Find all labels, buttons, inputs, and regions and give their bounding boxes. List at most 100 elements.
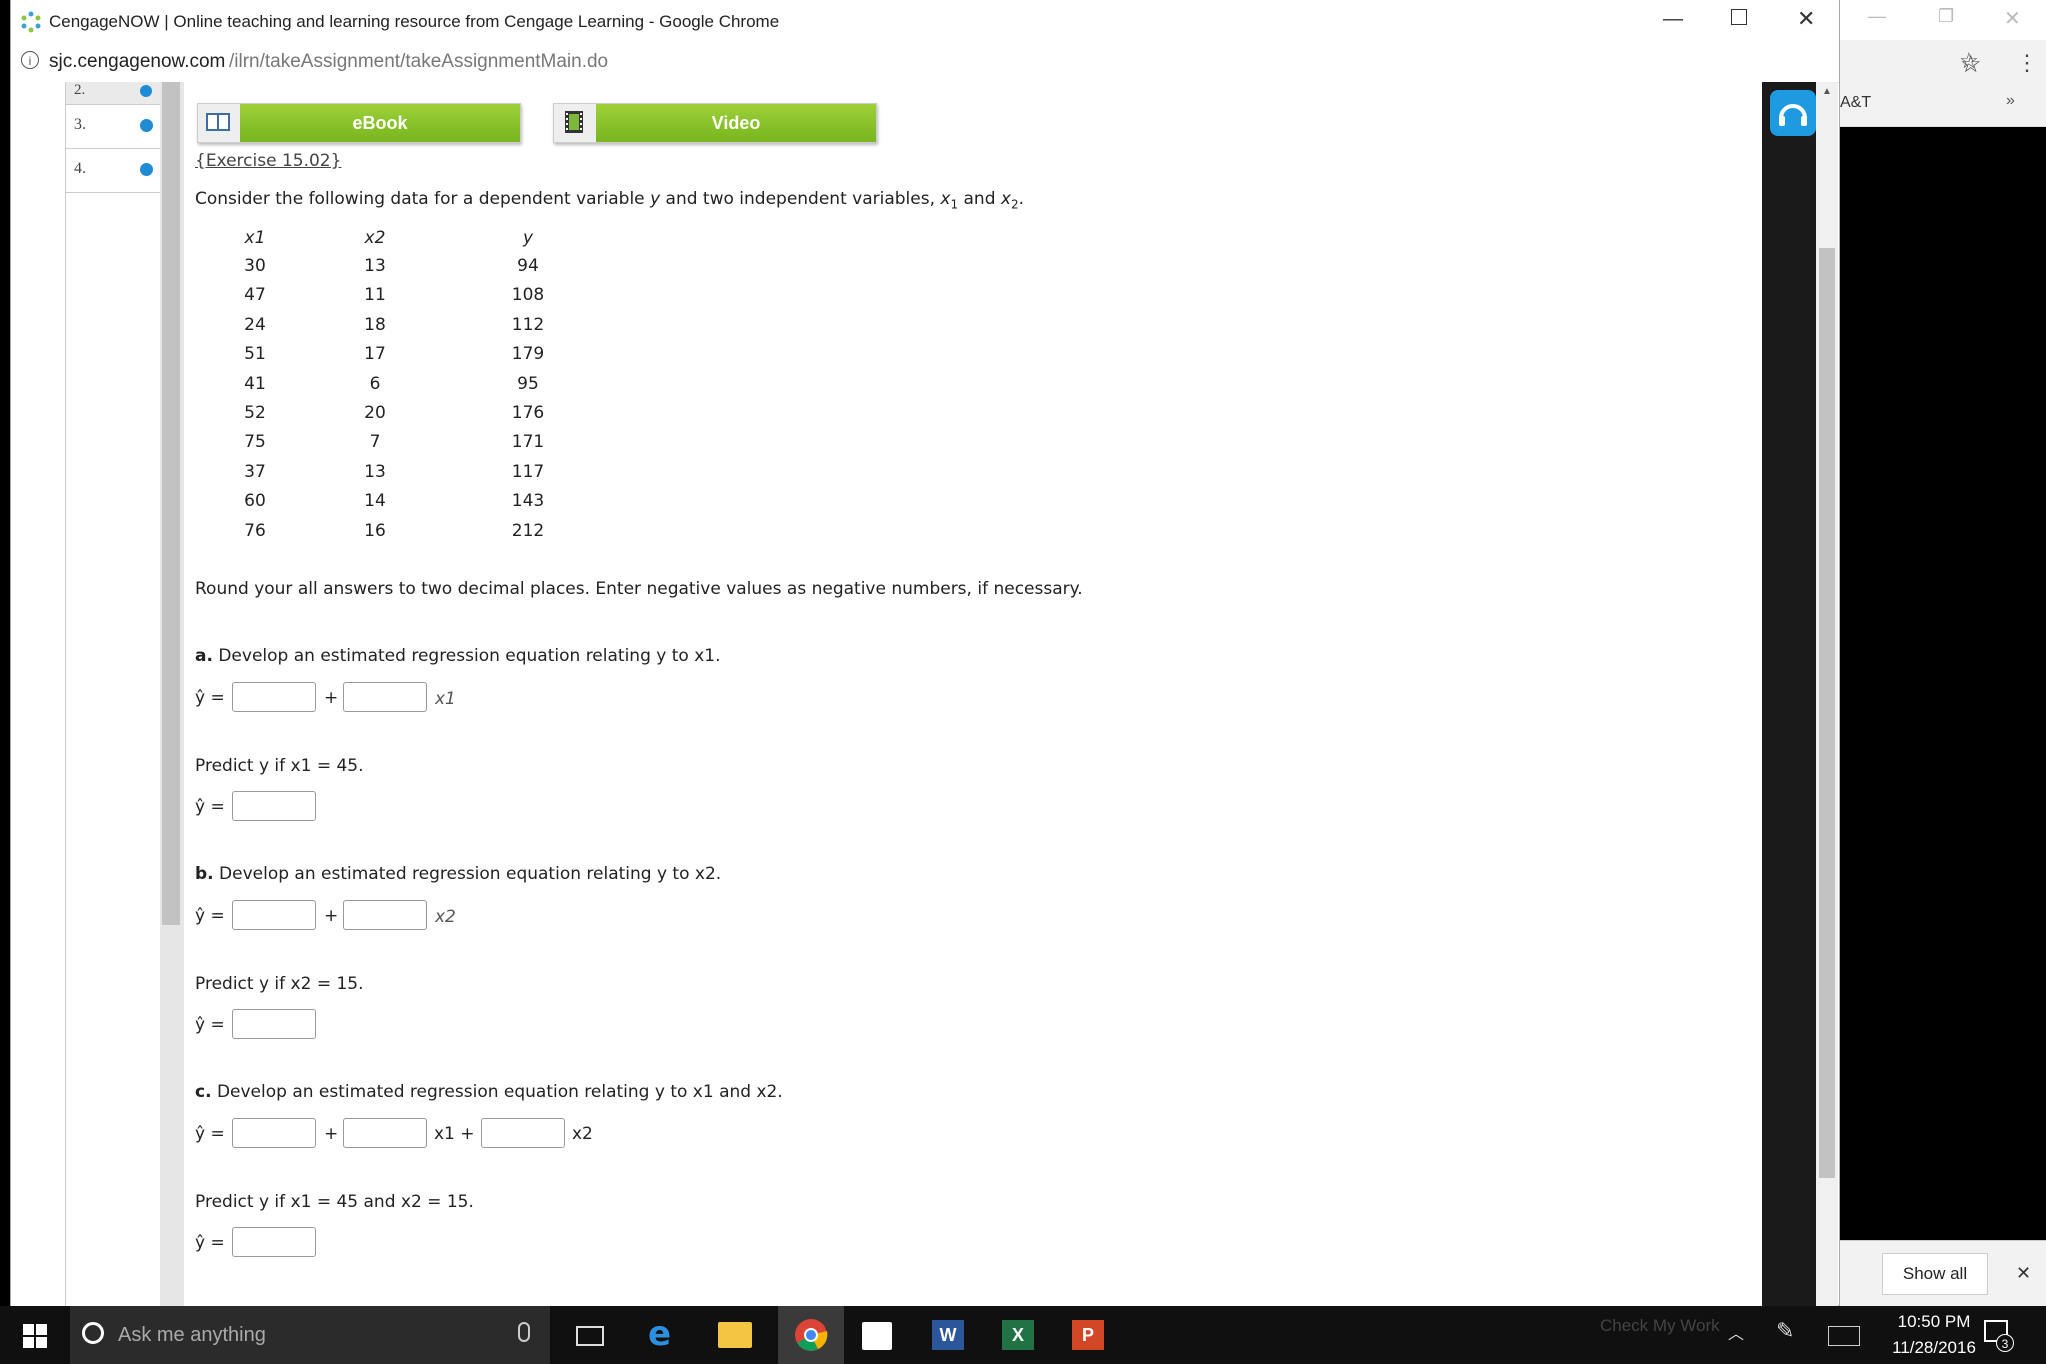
table-cell: 108 (511, 285, 545, 305)
nav-scrollbar-thumb[interactable] (162, 82, 180, 925)
yhat-label: ŷ = (195, 797, 225, 817)
info-icon[interactable]: i (21, 51, 39, 69)
nav-item[interactable]: 2. (66, 82, 161, 105)
part-b-prompt: b. Develop an estimated regression equat… (195, 864, 722, 884)
yhat-label: ŷ = (195, 906, 225, 926)
main-scrollbar-thumb[interactable] (1819, 248, 1835, 1178)
background-toolbar: A&T » (1836, 40, 2046, 127)
table-cell: 60 (244, 491, 266, 511)
yhat-label: ŷ = (195, 1015, 225, 1035)
part-a-intercept-input[interactable] (232, 682, 316, 712)
video-button[interactable]: Video (553, 103, 877, 143)
nav-item[interactable]: 4. (66, 148, 161, 193)
task-view-icon[interactable] (576, 1326, 604, 1346)
excel-icon[interactable]: X (1002, 1320, 1034, 1350)
part-b-prediction-input[interactable] (232, 1009, 316, 1039)
url-path: /ilrn/takeAssignment/takeAssignmentMain.… (229, 51, 609, 72)
part-c-intercept-input[interactable] (232, 1118, 316, 1148)
minimize-icon[interactable]: — (1663, 8, 1683, 31)
address-bar[interactable]: i sjc.cengagenow.com /ilrn/takeAssignmen… (11, 42, 1979, 83)
cortana-search-box[interactable]: Ask me anything (70, 1306, 550, 1364)
status-dot-icon (140, 163, 153, 176)
chrome-menu-icon[interactable]: ⋮ (2016, 50, 2038, 76)
bookmark-star-icon[interactable]: ☆ (1960, 50, 1982, 79)
table-header-x2: x2 (364, 228, 386, 248)
film-icon (560, 108, 588, 136)
part-a-slope-input[interactable] (343, 682, 427, 712)
pen-icon[interactable]: ✎ (1776, 1318, 1794, 1344)
table-cell: 30 (244, 256, 266, 276)
x1-term: x1 + (434, 1124, 475, 1144)
keyboard-icon[interactable] (1828, 1326, 1860, 1346)
status-dot-icon (140, 85, 152, 97)
table-cell: 16 (364, 521, 386, 541)
show-all-button[interactable]: Show all (1882, 1253, 1988, 1295)
table-cell: 6 (369, 374, 381, 394)
part-b-slope-input[interactable] (343, 900, 427, 930)
book-icon (204, 108, 232, 136)
table-cell: 37 (244, 462, 266, 482)
background-titlebar: — ❐ ✕ (1836, 0, 2046, 40)
yhat-label: ŷ = (195, 1233, 225, 1253)
powerpoint-icon[interactable]: P (1072, 1320, 1104, 1350)
rounding-instructions: Round your all answers to two decimal pl… (195, 579, 1083, 599)
tray-chevron-icon[interactable]: ︿ (1728, 1320, 1744, 1344)
cengage-logo-icon (19, 10, 43, 34)
table-cell: 41 (244, 374, 266, 394)
question-nav-panel: 2. 3. 4. (65, 82, 161, 1306)
x2-term: x2 (435, 907, 456, 927)
part-c-prediction-input[interactable] (232, 1227, 316, 1257)
table-cell: 212 (511, 521, 545, 541)
table-header-y: y (522, 228, 534, 248)
close-icon[interactable]: ✕ (1797, 6, 1815, 32)
minimize-icon[interactable]: — (1868, 6, 1886, 27)
bookmarks-chevron-icon[interactable]: » (2006, 92, 2015, 110)
close-downloads-icon[interactable]: ✕ (2016, 1263, 2031, 1284)
plus-sign: + (324, 1124, 339, 1144)
ebook-button[interactable]: eBook (197, 103, 521, 143)
part-b-predict-prompt: Predict y if x2 = 15. (195, 974, 364, 994)
bookmark-item[interactable]: A&T (1840, 94, 1871, 112)
word-icon[interactable]: W (932, 1320, 964, 1350)
yhat-label: ŷ = (195, 688, 225, 708)
part-c-predict-prompt: Predict y if x1 = 45 and x2 = 15. (195, 1192, 474, 1212)
ebook-label-bar: eBook (240, 104, 520, 142)
nav-item-label: 3. (74, 116, 86, 133)
part-b-intercept-input[interactable] (232, 900, 316, 930)
maximize-icon[interactable] (1731, 9, 1747, 25)
close-icon[interactable]: ✕ (2004, 6, 2021, 31)
table-cell: 20 (364, 403, 386, 423)
table-cell: 47 (244, 285, 266, 305)
part-c-x1-coefficient-input[interactable] (343, 1118, 427, 1148)
file-explorer-icon[interactable] (718, 1322, 752, 1348)
restore-icon[interactable]: ❐ (1938, 6, 1954, 27)
nav-item[interactable]: 3. (66, 104, 161, 149)
notification-count-badge: 3 (1996, 1334, 2014, 1352)
store-icon[interactable] (862, 1322, 892, 1350)
part-a-prediction-input[interactable] (232, 791, 316, 821)
video-label: Video (711, 113, 761, 133)
url-host: sjc.cengagenow.com (49, 51, 226, 72)
background-window (1836, 0, 2046, 1306)
table-cell: 13 (364, 256, 386, 276)
chrome-taskbar-button[interactable] (778, 1306, 844, 1364)
part-c-x2-coefficient-input[interactable] (481, 1118, 565, 1148)
table-cell: 11 (364, 285, 386, 305)
table-cell: 95 (517, 374, 539, 394)
table-cell: 17 (364, 344, 386, 364)
nav-item-label: 4. (74, 160, 86, 177)
table-cell: 52 (244, 403, 266, 423)
help-headset-icon[interactable] (1770, 90, 1816, 136)
table-cell: 75 (244, 432, 266, 452)
scroll-up-icon[interactable]: ▲ (1822, 86, 1832, 97)
table-cell: 94 (517, 256, 539, 276)
edge-browser-icon[interactable]: e (648, 1314, 671, 1354)
windows-start-icon[interactable] (22, 1323, 48, 1349)
check-my-work-button[interactable]: Check My Work (1600, 1316, 1720, 1336)
clock-time[interactable]: 10:50 PM (1884, 1312, 1984, 1332)
table-cell: 176 (511, 403, 545, 423)
part-c-prompt: c. Develop an estimated regression equat… (195, 1082, 783, 1102)
x2-term: x2 (572, 1124, 593, 1144)
clock-date[interactable]: 11/28/2016 (1874, 1338, 1994, 1358)
microphone-icon[interactable] (518, 1322, 530, 1342)
